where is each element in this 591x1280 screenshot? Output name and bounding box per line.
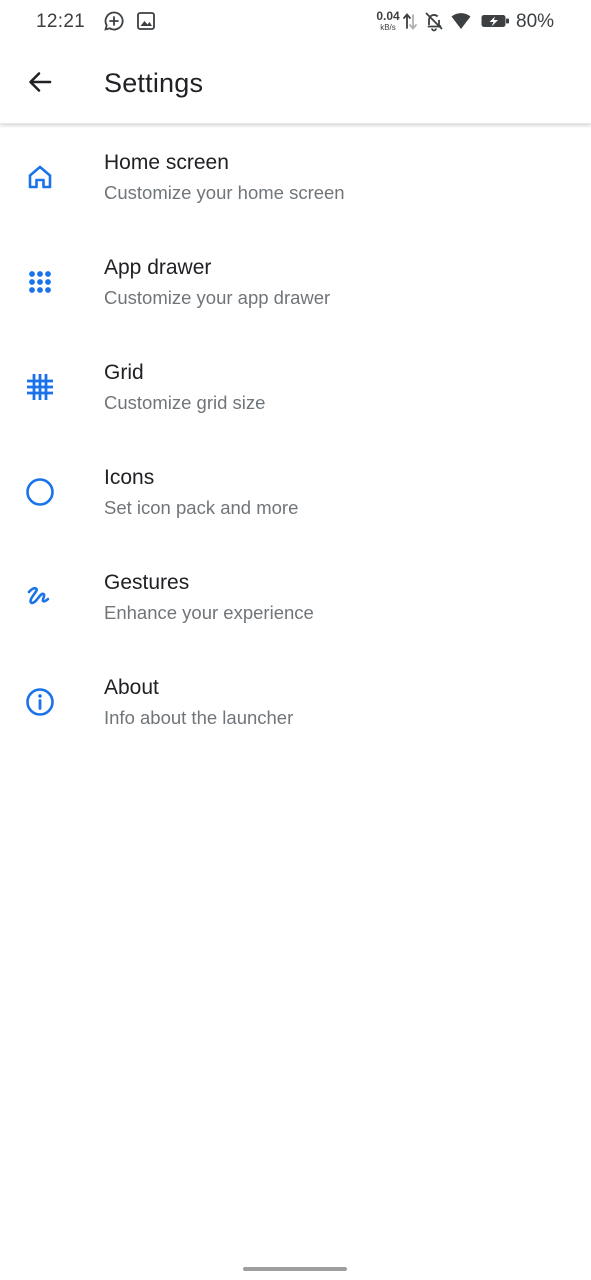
app-drawer-icon	[22, 264, 58, 300]
status-bar: 12:21 0.04 kB/s 80%	[0, 0, 591, 44]
home-icon	[22, 159, 58, 195]
battery-percent: 80%	[516, 11, 555, 32]
back-button[interactable]	[18, 62, 62, 106]
network-speed-value: 0.04	[376, 9, 400, 23]
network-speed: 0.04 kB/s	[372, 9, 404, 35]
settings-item-subtitle: Customize your home screen	[104, 182, 345, 203]
settings-list: Home screen Customize your home screen A…	[0, 126, 591, 756]
settings-item-icons[interactable]: Icons Set icon pack and more	[0, 441, 591, 546]
settings-item-title: About	[104, 676, 159, 699]
info-icon	[22, 684, 58, 720]
settings-item-title: Gestures	[104, 571, 190, 594]
settings-item-title: Icons	[104, 466, 155, 489]
settings-item-title: Home screen	[104, 151, 229, 174]
settings-item-subtitle: Enhance your experience	[104, 602, 314, 623]
page-title: Settings	[104, 68, 204, 98]
settings-item-home-screen[interactable]: Home screen Customize your home screen	[0, 126, 591, 231]
gesture-navigation-handle[interactable]	[243, 1267, 347, 1271]
settings-item-grid[interactable]: Grid Customize grid size	[0, 336, 591, 441]
upload-download-arrows-icon	[402, 10, 418, 32]
settings-item-subtitle: Set icon pack and more	[104, 497, 299, 518]
whatsapp-icon	[103, 10, 125, 32]
gesture-icon	[22, 579, 58, 615]
settings-item-about[interactable]: About Info about the launcher	[0, 651, 591, 756]
settings-item-app-drawer[interactable]: App drawer Customize your app drawer	[0, 231, 591, 336]
arrow-back-icon	[27, 69, 53, 100]
network-speed-unit: kB/s	[380, 23, 396, 32]
circle-icon	[22, 474, 58, 510]
bell-off-icon	[423, 10, 445, 32]
status-time: 12:21	[36, 11, 86, 32]
wifi-icon	[450, 10, 472, 32]
image-icon	[135, 10, 157, 32]
app-bar: Settings	[0, 44, 591, 124]
grid-icon	[22, 369, 58, 405]
settings-item-gestures[interactable]: Gestures Enhance your experience	[0, 546, 591, 651]
settings-item-subtitle: Info about the launcher	[104, 707, 294, 728]
settings-item-title: Grid	[104, 361, 144, 384]
settings-item-subtitle: Customize grid size	[104, 392, 266, 413]
settings-item-subtitle: Customize your app drawer	[104, 287, 331, 308]
battery-charging-icon	[480, 10, 512, 32]
settings-item-title: App drawer	[104, 256, 212, 279]
